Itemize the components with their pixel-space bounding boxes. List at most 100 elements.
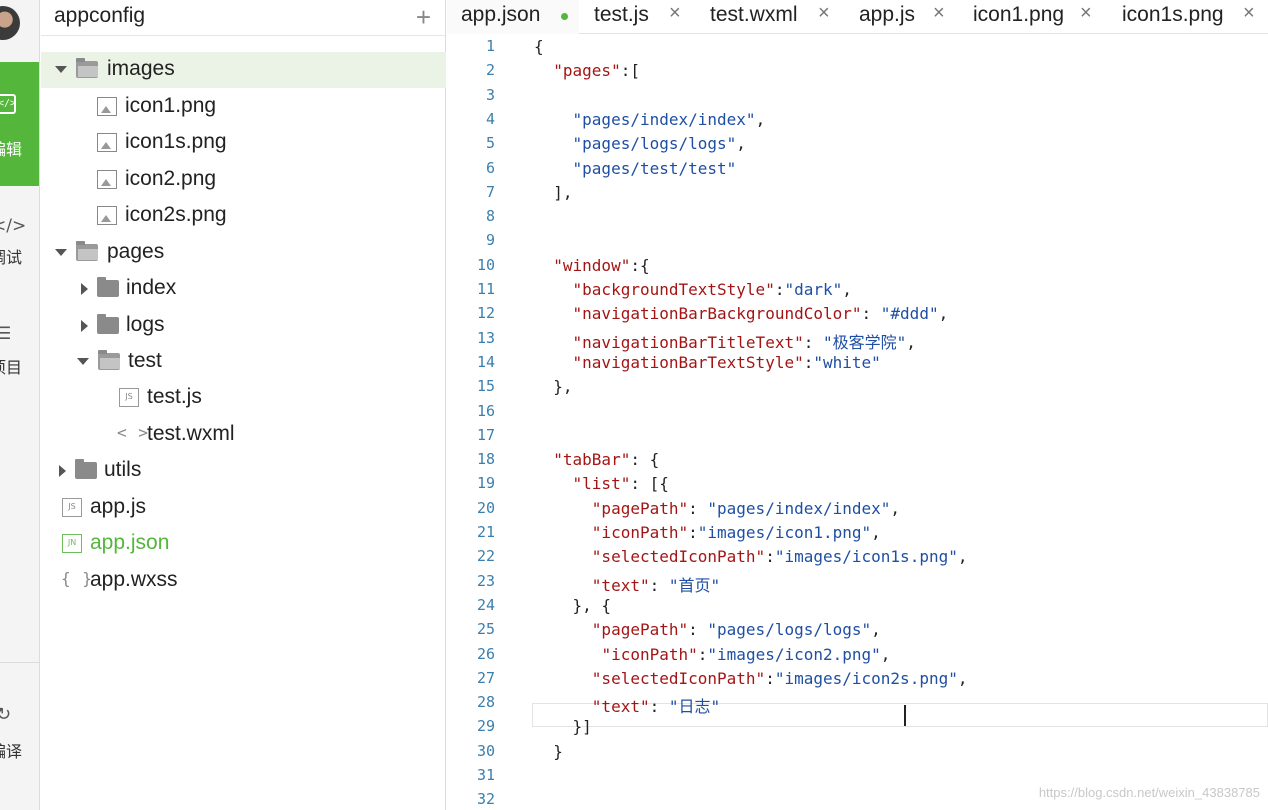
code-line: "pagePath": "pages/index/index", [591,498,901,518]
chevron-right-icon [81,283,88,295]
tree-item-label: app.json [90,531,170,554]
refresh-icon: ↻ [0,704,11,725]
line-number: 28 [476,693,495,712]
close-icon[interactable]: × [1080,2,1092,25]
markup-file-icon: < > [117,423,149,442]
tree-file-app-js[interactable]: JS app.js [41,490,446,526]
line-number: 24 [476,595,495,614]
line-number: 8 [485,207,495,226]
folder-icon [97,277,119,297]
code-line: "pagePath": "pages/logs/logs", [591,620,881,640]
image-file-icon [97,206,117,225]
tree-item-label: logs [126,313,165,336]
tree-file-test-wxml[interactable]: < > test.wxml [41,417,446,453]
code-editor: app.json test.js × test.wxml × app.js × … [447,0,1268,810]
code-line: "selectedIconPath":"images/icon1s.png", [591,547,968,567]
project-title: appconfig [54,4,146,27]
line-number: 20 [476,498,495,517]
debug-icon: </> [0,216,27,236]
activity-project[interactable]: ☰ 项目 [0,322,39,382]
line-number: 14 [476,352,495,371]
tree-file-icon2s-png[interactable]: icon2s.png [41,198,446,234]
file-explorer: appconfig + images icon1.png icon1s.png … [41,0,446,810]
code-line: { [534,37,544,56]
line-number: 31 [476,766,495,784]
close-icon[interactable]: × [669,2,681,25]
line-number: 1 [485,37,495,55]
tab-test-js[interactable]: test.js × [594,0,694,34]
tree-item-label: icon1s.png [125,130,227,153]
tree-item-label: icon2.png [125,167,217,190]
folder-open-icon [98,350,120,370]
tree-folder-pages[interactable]: pages [41,235,446,271]
code-line: "iconPath":"images/icon1.png", [591,523,881,542]
activity-bar: </> 编辑 </> 调试 ☰ 项目 ↻ 编译 [0,0,40,810]
close-icon[interactable]: × [1243,2,1255,25]
tab-app-json[interactable]: app.json [447,0,579,34]
activity-edit[interactable]: </> 编辑 [0,62,39,186]
code-line: }, [534,377,573,397]
tree-file-icon2-png[interactable]: icon2.png [41,162,446,198]
tab-label: icon1.png [973,3,1065,26]
code-line: "navigationBarTitleText": "极客学院", [572,332,916,352]
close-icon[interactable]: × [933,2,945,25]
code-area[interactable]: 1 {2 "pages":[3 4 "pages/index/index", 5 "p… [447,35,1268,810]
tab-test-wxml[interactable]: test.wxml × [710,0,840,34]
tree-file-app-wxss[interactable]: { } app.wxss [41,563,446,599]
tree-file-icon1s-png[interactable]: icon1s.png [41,125,446,161]
tab-icon1-png[interactable]: icon1.png × [973,0,1101,34]
code-line: }, { [534,595,612,615]
code-line: "tabBar": { [553,450,660,470]
tab-label: test.js [594,3,649,26]
line-number: 27 [476,668,495,687]
watermark: https://blog.csdn.net/weixin_43838785 [1038,785,1260,800]
line-number: 9 [485,231,495,250]
line-number: 32 [476,790,495,809]
line-number: 2 [485,61,495,80]
tree-item-label: index [126,276,177,299]
tree-folder-logs[interactable]: logs [41,308,446,344]
tree-item-label: test.wxml [147,422,235,445]
line-number: 13 [476,328,495,347]
line-number: 19 [476,474,495,493]
close-icon[interactable]: × [818,2,830,25]
code-line: "backgroundTextStyle":"dark", [572,280,852,299]
tab-label: icon1s.png [1122,3,1224,26]
avatar[interactable] [0,6,20,40]
tree-item-label: test [128,349,162,372]
code-line: "pages":[ [553,61,640,81]
tree-item-label: pages [107,240,165,263]
style-file-icon: { } [61,569,93,588]
tree-file-icon1-png[interactable]: icon1.png [41,89,446,125]
add-file-button[interactable]: + [416,2,431,33]
tree-file-test-js[interactable]: JS test.js [41,380,446,416]
tree-folder-index[interactable]: index [41,271,446,307]
code-line: "navigationBarBackgroundColor": "#ddd", [572,304,949,324]
tree-file-app-json[interactable]: JN app.json [41,526,446,562]
line-number: 23 [476,571,495,590]
code-edit-icon: </> [0,94,16,114]
image-file-icon [97,170,117,189]
tab-app-js[interactable]: app.js × [859,0,959,34]
code-line: "pages/test/test" [572,158,737,178]
code-line: "selectedIconPath":"images/icon2s.png", [591,668,968,688]
text-cursor [904,705,906,726]
tree-folder-utils[interactable]: utils [41,453,446,489]
js-file-icon: JS [119,388,139,407]
activity-edit-label: 编辑 [0,140,23,159]
activity-debug[interactable]: </> 调试 [0,212,39,272]
activity-project-label: 项目 [0,358,23,377]
code-line: "navigationBarTextStyle":"white" [572,352,881,372]
tab-icon1s-png[interactable]: icon1s.png × [1122,0,1268,34]
code-line: "text": "首页" [591,575,721,595]
activity-compile[interactable]: ↻ 编译 [0,700,39,764]
code-line: "window":{ [553,255,650,275]
code-line: "list": [{ [572,474,669,494]
tree-folder-test[interactable]: test [41,344,446,380]
line-number: 17 [476,425,495,444]
line-number: 5 [485,134,495,153]
line-number: 6 [485,158,495,177]
tree-folder-images[interactable]: images [41,52,446,88]
folder-open-icon [76,58,98,78]
code-line: }] [534,717,592,737]
